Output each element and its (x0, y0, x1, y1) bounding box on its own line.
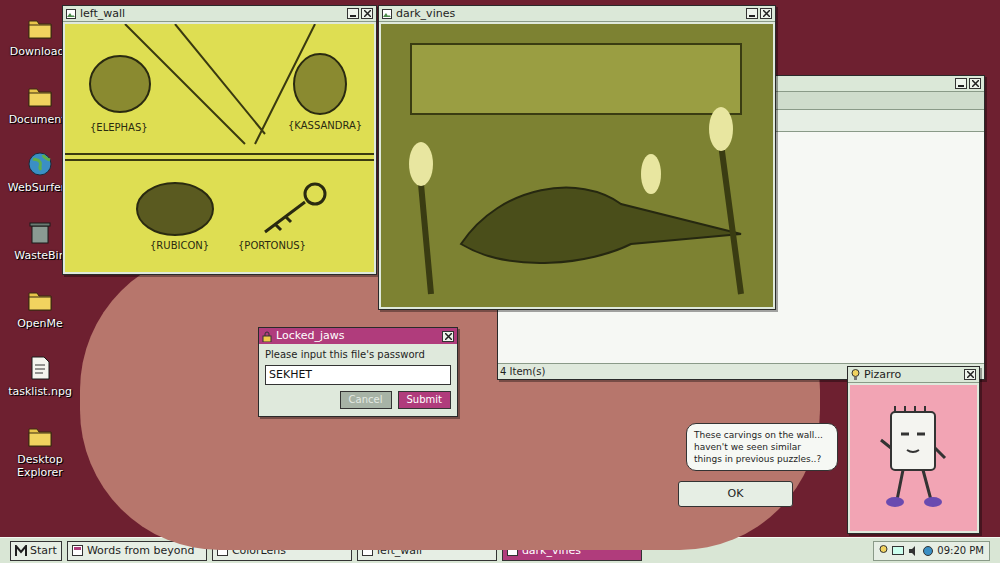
system-tray: 09:20 PM (873, 541, 990, 561)
submit-button[interactable]: Submit (398, 391, 451, 409)
desktop-icon-label: WasteBin (14, 249, 65, 262)
close-icon (445, 333, 452, 340)
start-logo-icon (15, 545, 27, 557)
carving-drawing-icon (65, 24, 374, 272)
folder-icon (26, 422, 54, 450)
minimize-button[interactable] (746, 8, 758, 19)
carving-label: {RUBICON} (149, 240, 210, 252)
desktop-icon-label: Desktop Explorer (2, 453, 78, 479)
pizarro-character-icon (869, 398, 959, 518)
status-text: 4 Item(s) (500, 366, 545, 378)
title-bar[interactable]: Pizarro (848, 367, 979, 383)
carving-label: {PORTONUS} (237, 240, 307, 252)
assistant-message: These carvings on the wall... haven't we… (694, 429, 830, 465)
folder-icon (26, 14, 54, 42)
vines-picture (381, 24, 773, 307)
minimize-button[interactable] (955, 78, 967, 89)
network-icon (892, 546, 904, 556)
clock: 09:20 PM (937, 545, 984, 557)
speaker-icon (908, 546, 919, 556)
folder-icon (26, 82, 54, 110)
close-icon (972, 80, 979, 87)
screen: DownloadsDocumentsWebSurfer2WasteBinOpen… (0, 0, 1000, 563)
password-input[interactable]: SEKHET (265, 365, 451, 385)
globe-icon (26, 150, 54, 178)
lightbulb-icon (879, 545, 888, 556)
assistant-portrait (850, 385, 977, 531)
wall-picture: {ELEPHAS} {KASSANDRA} {RUBICON} {PORTONUS} (65, 24, 374, 272)
close-icon (763, 10, 770, 17)
title-bar[interactable]: Locked_jaws (259, 328, 457, 344)
folder-icon (26, 286, 54, 314)
globe-icon (923, 546, 933, 556)
dark-vines-window[interactable]: dark_vines (378, 5, 776, 310)
assistant-window[interactable]: Pizarro (847, 366, 980, 534)
desktop-icon[interactable]: tasklist.npg (2, 354, 78, 398)
dialog-prompt: Please input this file's password (265, 348, 451, 361)
lock-icon (262, 331, 272, 342)
desktop-icon-label: OpenMe (17, 317, 63, 330)
carving-label: {ELEPHAS} (89, 122, 149, 134)
window-icon (72, 545, 83, 556)
left-wall-window[interactable]: left_wall {ELEPHAS} {KASSANDRA} {RUBICON} {P… (62, 5, 377, 275)
window-title: Pizarro (864, 368, 901, 382)
close-icon (364, 10, 371, 17)
cancel-button[interactable]: Cancel (340, 391, 392, 409)
title-bar[interactable]: left_wall (63, 6, 376, 22)
close-button[interactable] (361, 8, 373, 19)
start-button[interactable]: Start (10, 541, 62, 561)
crocodile-carving-icon (381, 24, 773, 307)
desktop-icon[interactable]: OpenMe (2, 286, 78, 330)
window-title: left_wall (80, 7, 125, 21)
password-dialog[interactable]: Locked_jaws Please input this file's pass… (258, 327, 458, 417)
desktop-icon-label: tasklist.npg (8, 385, 72, 398)
close-button[interactable] (964, 369, 976, 380)
image-file-icon (382, 9, 392, 19)
close-button[interactable] (760, 8, 772, 19)
close-icon (967, 371, 974, 378)
file-icon (26, 354, 54, 382)
title-bar[interactable]: dark_vines (379, 6, 775, 22)
image-file-icon (66, 9, 76, 19)
minimize-button[interactable] (347, 8, 359, 19)
window-title: dark_vines (396, 7, 455, 21)
assistant-ok-button[interactable]: OK (678, 481, 793, 507)
carving-label: {KASSANDRA} (287, 120, 363, 132)
dialog-title: Locked_jaws (276, 329, 344, 343)
close-button[interactable] (442, 331, 454, 342)
speech-bubble: These carvings on the wall... haven't we… (686, 423, 838, 471)
desktop: DownloadsDocumentsWebSurfer2WasteBinOpen… (0, 0, 1000, 537)
close-button[interactable] (969, 78, 981, 89)
desktop-icon[interactable]: Desktop Explorer (2, 422, 78, 479)
lightbulb-icon (851, 369, 860, 380)
bin-icon (26, 218, 54, 246)
